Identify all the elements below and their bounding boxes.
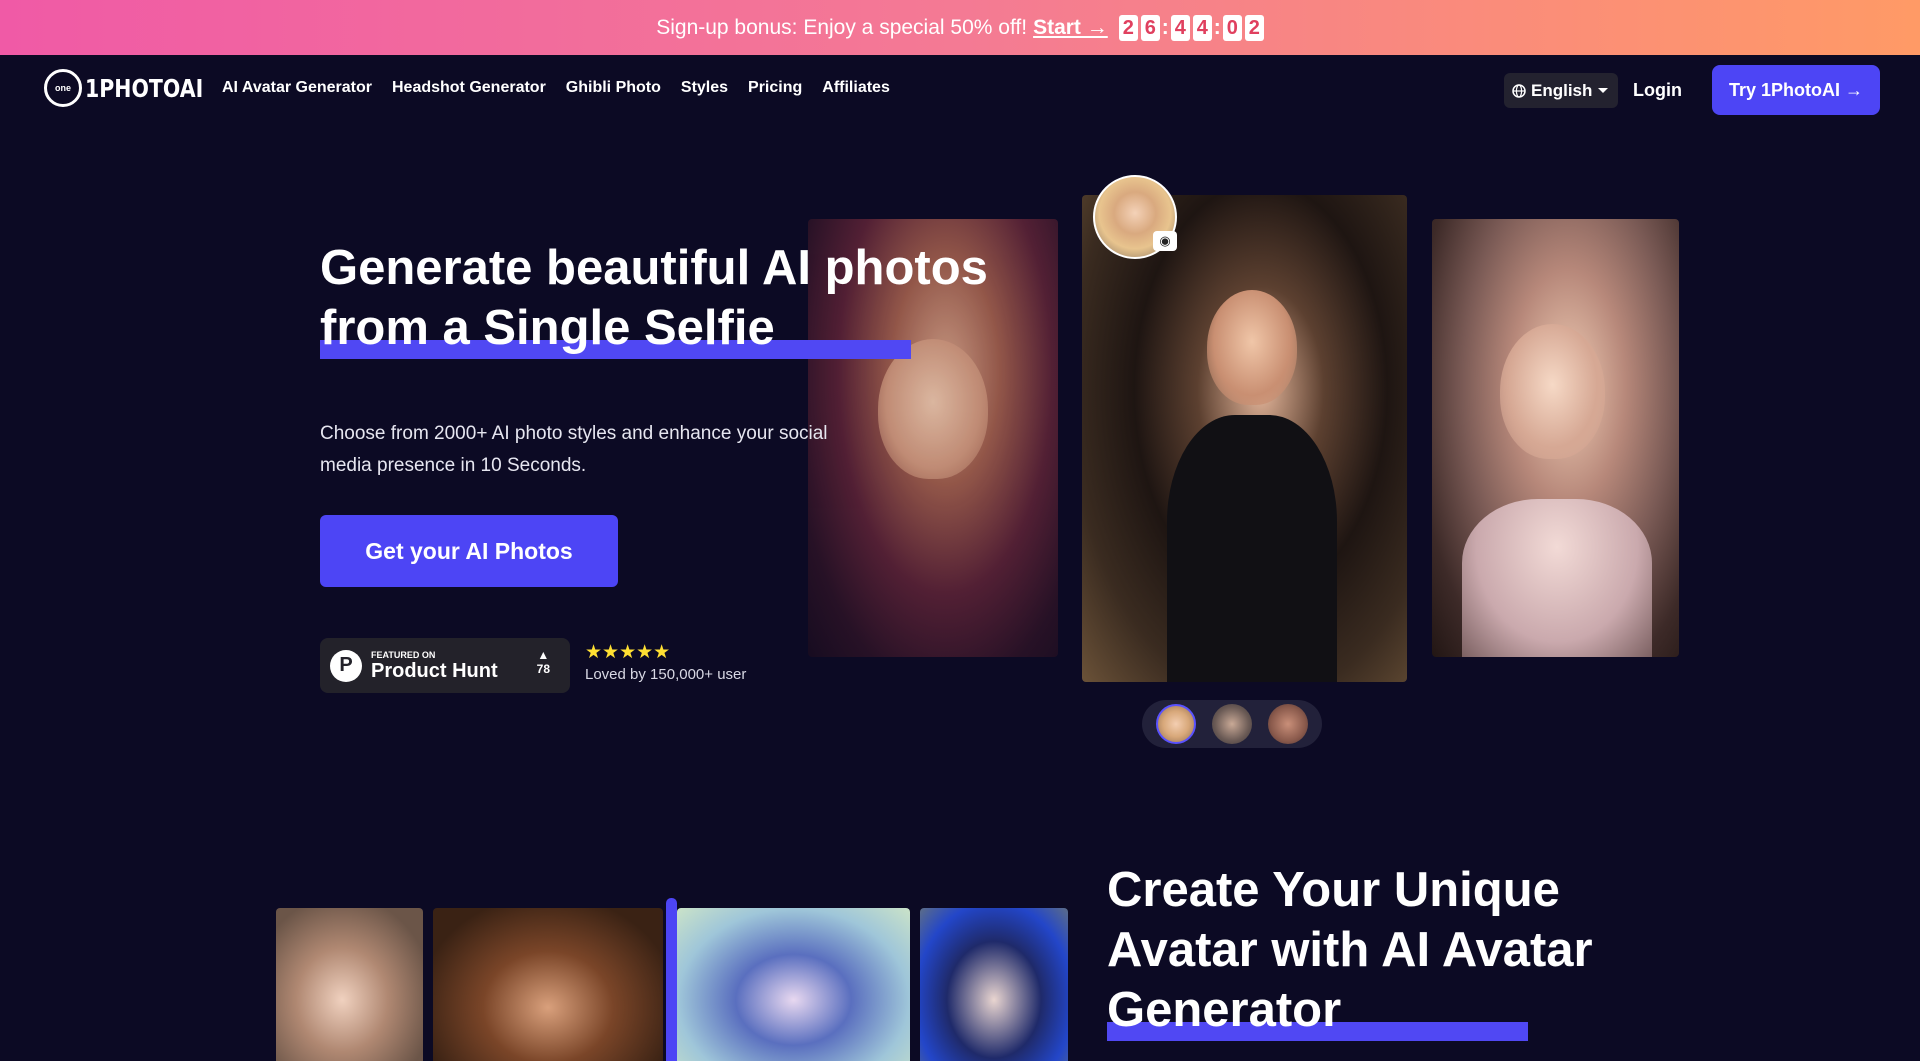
language-label: English xyxy=(1531,80,1593,100)
promo-start-link[interactable]: Start → xyxy=(1033,16,1108,40)
avatar-sample-4 xyxy=(920,908,1068,1061)
section-title: Create Your Unique Avatar with AI Avatar… xyxy=(1107,860,1667,1040)
hero-title: Generate beautiful AI photos from a Sing… xyxy=(320,238,1080,358)
promo-banner: Sign-up bonus: Enjoy a special 50% off! … xyxy=(0,0,1920,55)
nav-link-affiliates[interactable]: Affiliates xyxy=(822,79,890,97)
hero-photo-center xyxy=(1082,195,1407,682)
style-switcher xyxy=(1142,700,1322,748)
switcher-avatar-3[interactable] xyxy=(1268,704,1308,744)
chevron-down-icon xyxy=(1598,87,1609,93)
section-title-line-1: Create Your Unique xyxy=(1107,863,1560,917)
logo-text: 1PHOTOAI xyxy=(85,73,204,103)
countdown-digit: 2 xyxy=(1244,14,1264,41)
language-selector[interactable]: English xyxy=(1504,73,1618,108)
section-title-line-2: Avatar with AI Avatar xyxy=(1107,923,1593,977)
countdown-digit: 4 xyxy=(1192,14,1212,41)
countdown-timer: 26:44:02 xyxy=(1116,14,1264,41)
product-hunt-logo-icon: P xyxy=(330,649,362,682)
countdown-digit: 6 xyxy=(1140,14,1160,41)
try-1photoai-button[interactable]: Try 1PhotoAI → xyxy=(1712,65,1880,115)
countdown-digit: 0 xyxy=(1222,14,1242,41)
nav-link-ghibli-photo[interactable]: Ghibli Photo xyxy=(566,79,661,97)
upvote-arrow-icon: ▲ xyxy=(537,648,550,662)
loved-by-text: Loved by 150,000+ user xyxy=(585,666,747,683)
avatar-sample-1 xyxy=(276,908,423,1061)
product-hunt-name: Product Hunt xyxy=(371,659,498,682)
hero-subtitle: Choose from 2000+ AI photo styles and en… xyxy=(320,423,828,476)
product-hunt-featured-label: FEATURED ON xyxy=(371,649,436,660)
hero-title-line-2: from a Single Selfie xyxy=(320,301,775,355)
camera-icon: ◉ xyxy=(1153,231,1177,251)
avatar-sample-3 xyxy=(677,908,910,1061)
globe-icon xyxy=(1512,83,1526,98)
get-ai-photos-button[interactable]: Get your AI Photos xyxy=(320,515,618,587)
comparison-slider-handle[interactable] xyxy=(666,898,677,1061)
upvote-count: 78 xyxy=(536,662,550,676)
avatar-sample-2 xyxy=(433,908,663,1061)
hero-title-line-1: Generate beautiful AI photos xyxy=(320,241,988,295)
countdown-digit: 4 xyxy=(1170,14,1190,41)
selfie-avatar: ◉ xyxy=(1093,175,1177,259)
logo-icon: one xyxy=(44,69,82,107)
countdown-digit: 2 xyxy=(1118,14,1138,41)
nav-link-styles[interactable]: Styles xyxy=(681,79,728,97)
nav-link-pricing[interactable]: Pricing xyxy=(748,79,802,97)
user-rating: ★★★★★ Loved by 150,000+ user xyxy=(585,642,747,684)
hero-photo-right xyxy=(1432,219,1679,657)
switcher-avatar-1[interactable] xyxy=(1156,704,1196,744)
section-title-line-3: Generator xyxy=(1107,983,1342,1037)
rating-stars-icon: ★★★★★ xyxy=(585,642,671,663)
product-hunt-badge[interactable]: P FEATURED ON Product Hunt ▲ 78 xyxy=(320,638,570,693)
login-link[interactable]: Login xyxy=(1633,80,1682,101)
top-navigation: one 1PHOTOAI AI Avatar Generator Headsho… xyxy=(0,55,1920,125)
nav-link-ai-avatar-generator[interactable]: AI Avatar Generator xyxy=(222,79,372,97)
site-logo[interactable]: one 1PHOTOAI xyxy=(44,69,229,107)
nav-links: AI Avatar Generator Headshot Generator G… xyxy=(222,79,890,97)
switcher-avatar-2[interactable] xyxy=(1212,704,1252,744)
promo-text: Sign-up bonus: Enjoy a special 50% off! xyxy=(656,15,1028,39)
nav-link-headshot-generator[interactable]: Headshot Generator xyxy=(392,79,546,97)
